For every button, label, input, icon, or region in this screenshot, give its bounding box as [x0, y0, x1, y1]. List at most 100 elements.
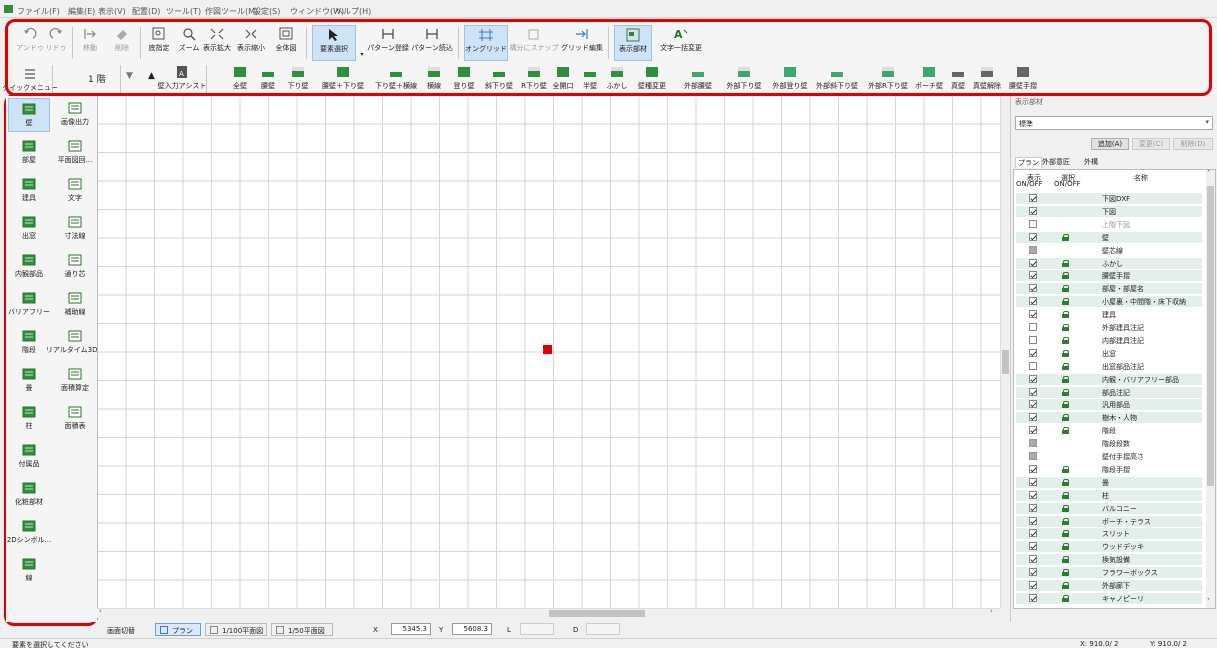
show-checkbox[interactable] [1029, 555, 1037, 564]
menu-edit[interactable]: 編集(E) [68, 6, 95, 17]
sidebar-item-16[interactable]: 面積算定 [54, 364, 96, 398]
menu-tool[interactable]: ツール(T) [166, 6, 201, 17]
parts-row[interactable]: キャノピーリ [1016, 592, 1202, 604]
tab-plan-100[interactable]: 1/100平面図 [205, 623, 267, 636]
show-checkbox[interactable] [1029, 271, 1037, 280]
parts-row[interactable]: 部屋・部屋名 [1016, 283, 1202, 295]
show-checkbox[interactable] [1029, 477, 1037, 486]
parts-row[interactable]: 柱 [1016, 489, 1202, 501]
parts-row[interactable]: ふかし [1016, 257, 1202, 269]
sidebar-item-18[interactable]: 面積表 [54, 402, 96, 436]
menu-help[interactable]: ヘルプ(H) [335, 6, 371, 17]
sidebar-item-10[interactable]: 通り芯 [54, 250, 96, 284]
sidebar-item-12[interactable]: 補助線 [54, 288, 96, 322]
parts-row[interactable]: 階段 [1016, 425, 1202, 436]
base-point-button[interactable]: 底指定 [144, 27, 174, 53]
wall-input-assist-button[interactable]: A 壁入力アシスト [158, 65, 206, 91]
sidebar-item-25[interactable]: 線 [8, 554, 50, 588]
tab-plan[interactable]: プラン [1015, 157, 1042, 168]
lock-icon[interactable] [1062, 504, 1069, 512]
preset-dropdown[interactable]: 標準 ▾ [1015, 116, 1213, 130]
show-checkbox[interactable] [1029, 374, 1037, 383]
pattern-load-button[interactable]: パターン読込 [411, 27, 453, 53]
tab-exterior-design[interactable]: 外部意匠 [1042, 157, 1070, 167]
sidebar-item-3[interactable]: 部屋 [8, 136, 50, 170]
lock-icon[interactable] [1062, 594, 1069, 602]
display-parts-button[interactable]: 表示部材 [614, 25, 652, 61]
menu-place[interactable]: 配置(D) [132, 6, 160, 17]
lock-icon[interactable] [1062, 530, 1069, 538]
zoom-out-button[interactable]: 表示縮小 [234, 27, 268, 53]
sidebar-item-5[interactable]: 建具 [8, 174, 50, 208]
show-checkbox[interactable] [1029, 361, 1037, 370]
sidebar-item-23[interactable]: 2Dシンボル... [7, 516, 51, 550]
tab-exterior[interactable]: 外構 [1084, 157, 1098, 167]
snap-button[interactable]: 構分にスナップ [510, 27, 559, 53]
sidebar-item-4[interactable]: 平面図回... [54, 136, 96, 170]
lock-icon[interactable] [1062, 491, 1069, 499]
parts-row[interactable]: 下図 [1016, 205, 1202, 217]
show-checkbox[interactable] [1029, 206, 1037, 215]
lock-icon[interactable] [1062, 478, 1069, 486]
quick-menu-button[interactable]: クイックメニュー [2, 67, 58, 93]
full-view-button[interactable]: 全体図 [272, 27, 300, 53]
show-checkbox[interactable] [1029, 348, 1037, 357]
lock-icon[interactable] [1062, 569, 1069, 577]
menu-file[interactable]: ファイル(F) [17, 6, 60, 17]
zoom-in-button[interactable]: 表示拡大 [202, 27, 232, 53]
wall-type-button-18[interactable]: 外部R下り壁 [864, 65, 912, 91]
show-checkbox[interactable] [1029, 310, 1037, 319]
sidebar-item-7[interactable]: 出窓 [8, 212, 50, 246]
wall-type-button-16[interactable]: 外部登り壁 [768, 65, 812, 91]
lock-icon[interactable] [1062, 414, 1069, 422]
lock-icon[interactable] [1062, 388, 1069, 396]
lock-icon[interactable] [1062, 582, 1069, 589]
show-checkbox[interactable] [1029, 452, 1037, 460]
parts-row[interactable]: ポーチ・テラス [1016, 515, 1202, 527]
menu-settings[interactable]: 設定(S) [253, 6, 280, 17]
x-coordinate-field[interactable]: 5345.3 [391, 623, 431, 635]
wall-type-button-9[interactable]: R下り壁 [518, 65, 550, 91]
parts-row[interactable]: 外部廊下 [1016, 580, 1202, 591]
lock-icon[interactable] [1062, 336, 1069, 344]
show-checkbox[interactable] [1029, 232, 1037, 241]
parts-row[interactable]: 外部建具注記 [1016, 322, 1202, 333]
show-checkbox[interactable] [1029, 335, 1037, 344]
parts-row[interactable]: 上階下図 [1016, 219, 1202, 230]
parts-row[interactable]: 壁付手摺高さ [1016, 451, 1202, 462]
floor-up-button[interactable]: ▲ [148, 71, 155, 81]
show-checkbox[interactable] [1029, 581, 1037, 589]
parts-row[interactable]: スリット [1016, 528, 1202, 540]
show-checkbox[interactable] [1029, 426, 1037, 435]
parts-row[interactable]: 壁 [1016, 231, 1202, 243]
lock-icon[interactable] [1062, 259, 1069, 267]
lock-icon[interactable] [1062, 465, 1069, 473]
tab-plan-view[interactable]: プラン [155, 623, 201, 636]
lock-icon[interactable] [1062, 362, 1069, 370]
sidebar-item-11[interactable]: バリアフリー [8, 288, 50, 322]
wall-type-button-21[interactable]: 真壁解除 [972, 65, 1002, 91]
lock-icon[interactable] [1062, 349, 1069, 357]
tab-plan-50[interactable]: 1/50平面図 [271, 623, 333, 636]
wall-type-button-14[interactable]: 外部腰壁 [676, 65, 720, 91]
wall-type-button-4[interactable]: 腰壁＋下り壁 [318, 65, 368, 91]
lock-icon[interactable] [1062, 311, 1069, 319]
menu-draw-tool[interactable]: 作図ツール(M) [205, 6, 258, 17]
parts-row[interactable]: 階段段数 [1016, 438, 1202, 449]
vertical-scrollbar[interactable] [1000, 96, 1010, 608]
show-checkbox[interactable] [1029, 529, 1037, 538]
wall-type-button-3[interactable]: 下り壁 [284, 65, 312, 91]
add-button[interactable]: 追加(A) [1091, 138, 1129, 150]
wall-type-button-10[interactable]: 全開口 [552, 65, 574, 91]
floor-down-button[interactable]: ▼ [126, 71, 133, 81]
horizontal-scrollbar[interactable]: ‹ › [97, 607, 1000, 618]
sidebar-item-1[interactable]: 壁 [8, 98, 50, 132]
show-checkbox[interactable] [1029, 284, 1037, 293]
lock-icon[interactable] [1062, 427, 1069, 435]
show-checkbox[interactable] [1029, 464, 1037, 473]
parts-row[interactable]: 腰壁手摺 [1016, 270, 1202, 282]
parts-row[interactable]: 壁芯線 [1016, 245, 1202, 256]
parts-row[interactable]: 換気設備 [1016, 554, 1202, 566]
length-field[interactable] [520, 623, 554, 635]
show-checkbox[interactable] [1029, 593, 1037, 602]
